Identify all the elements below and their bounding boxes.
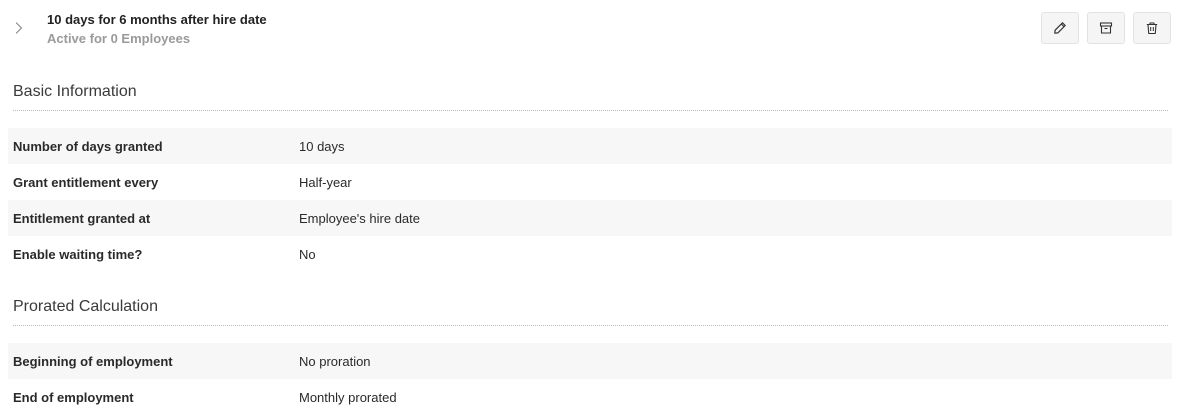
row-label: End of employment	[13, 389, 134, 405]
policy-header: 10 days for 6 months after hire date Act…	[0, 0, 1181, 56]
edit-button[interactable]	[1041, 12, 1079, 44]
table-row: Entitlement granted at Employee's hire d…	[8, 200, 1172, 236]
archive-button[interactable]	[1087, 12, 1125, 44]
row-label: Number of days granted	[13, 138, 163, 154]
row-value: Half-year	[299, 174, 352, 190]
pencil-icon	[1054, 22, 1066, 34]
row-value: No	[299, 246, 316, 262]
table-row: Enable waiting time? No	[8, 236, 1172, 272]
section-divider	[13, 110, 1168, 111]
prorated-calculation-table: Beginning of employment No proration End…	[8, 343, 1172, 415]
trash-icon	[1146, 22, 1158, 35]
archive-icon	[1099, 22, 1113, 34]
table-row: Number of days granted 10 days	[8, 128, 1172, 164]
row-value: 10 days	[299, 138, 345, 154]
policy-subtitle: Active for 0 Employees	[47, 31, 191, 46]
expand-chevron-icon[interactable]	[12, 20, 26, 36]
row-label: Beginning of employment	[13, 353, 173, 369]
table-row: End of employment Monthly prorated	[8, 379, 1172, 415]
basic-information-heading: Basic Information	[13, 83, 137, 100]
row-value: Monthly prorated	[299, 389, 397, 405]
action-buttons	[1041, 12, 1171, 44]
prorated-calculation-heading: Prorated Calculation	[13, 298, 158, 315]
row-label: Entitlement granted at	[13, 210, 151, 226]
row-label: Enable waiting time?	[13, 246, 143, 262]
policy-title: 10 days for 6 months after hire date	[47, 12, 267, 27]
delete-button[interactable]	[1133, 12, 1171, 44]
section-divider	[13, 325, 1168, 326]
row-value: No proration	[299, 353, 371, 369]
row-label: Grant entitlement every	[13, 174, 159, 190]
basic-information-table: Number of days granted 10 days Grant ent…	[8, 128, 1172, 272]
table-row: Grant entitlement every Half-year	[8, 164, 1172, 200]
row-value: Employee's hire date	[299, 210, 420, 226]
table-row: Beginning of employment No proration	[8, 343, 1172, 379]
